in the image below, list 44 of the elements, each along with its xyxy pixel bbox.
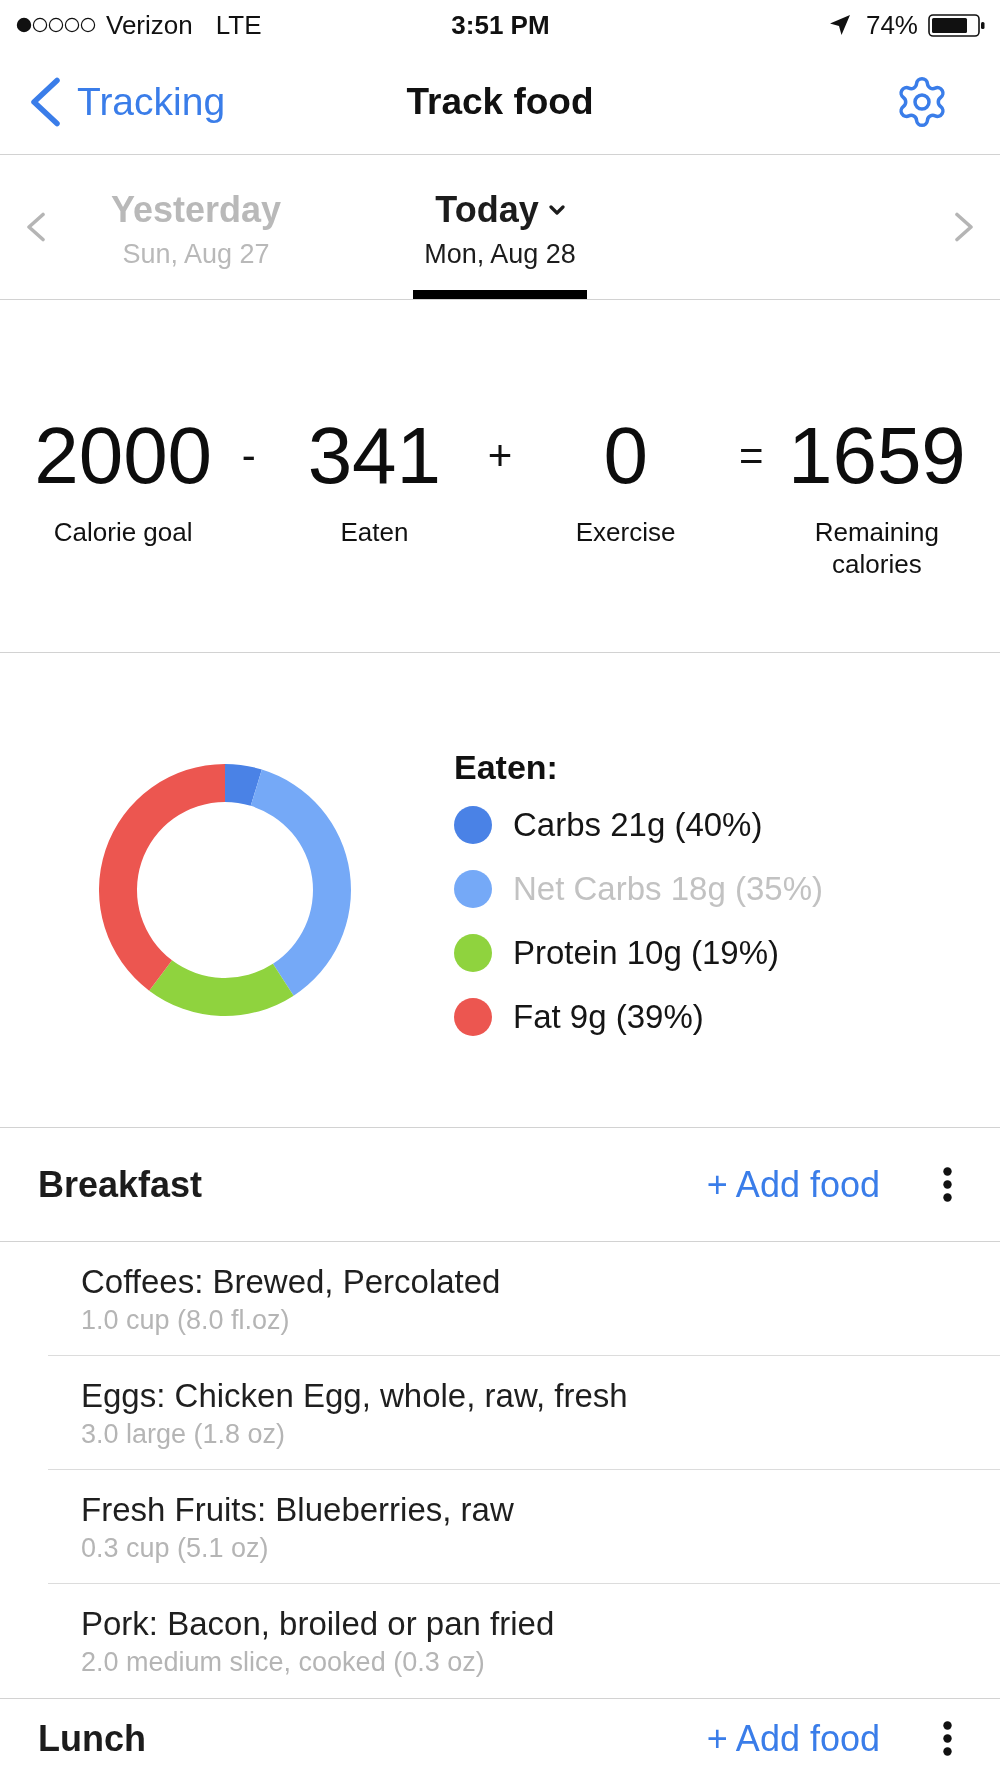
date-tab[interactable]: Today Mon, Aug 28 xyxy=(405,155,595,299)
food-serving: 2.0 medium slice, cooked (0.3 oz) xyxy=(81,1646,485,1678)
legend-title: Eaten: xyxy=(454,746,558,788)
battery-icon xyxy=(928,13,985,37)
calorie-value: 0 xyxy=(603,416,648,496)
operator-sign: = xyxy=(738,431,765,481)
more-options-icon xyxy=(942,1721,952,1756)
food-name: Pork: Bacon, broiled or pan fried xyxy=(81,1604,555,1644)
calorie-value: 1659 xyxy=(787,416,966,496)
status-time: 3:51 PM xyxy=(451,10,550,40)
network-type: LTE xyxy=(215,10,262,40)
food-name: Fresh Fruits: Blueberries, raw xyxy=(81,1489,514,1530)
food-serving: 3.0 large (1.8 oz) xyxy=(81,1417,286,1450)
calorie-label: Calorie goal xyxy=(53,516,193,548)
legend-label: Net Carbs 18g (35%) xyxy=(513,868,823,909)
back-button[interactable]: Tracking xyxy=(29,77,226,127)
legend-label: Protein 10g (19%) xyxy=(513,932,779,973)
battery-percent: 74% xyxy=(865,10,918,40)
chevron-left-icon xyxy=(29,77,61,127)
food-serving: 1.0 cup (8.0 fl.oz) xyxy=(81,1303,290,1336)
add-food-button[interactable]: + Add food xyxy=(706,1162,880,1207)
add-food-button[interactable]: + Add food xyxy=(706,1716,880,1761)
calorie-value: 2000 xyxy=(34,416,213,496)
signal-dots-icon xyxy=(16,17,97,33)
food-name: Eggs: Chicken Egg, whole, raw, fresh xyxy=(81,1375,628,1416)
food-serving: 0.3 cup (5.1 oz) xyxy=(81,1531,269,1564)
chevron-left-icon xyxy=(26,212,46,242)
calorie-label: Eaten xyxy=(340,516,409,548)
food-name: Coffees: Brewed, Percolated xyxy=(81,1261,501,1302)
calorie-value: 341 xyxy=(307,416,442,496)
screen-title: Track food xyxy=(406,81,594,123)
meal-title: Lunch xyxy=(38,1716,146,1761)
calorie-label: Remaining calories xyxy=(813,516,940,580)
chevron-right-icon xyxy=(954,212,974,242)
legend-label: Fat 9g (39%) xyxy=(513,996,704,1037)
caret-down-icon xyxy=(548,205,565,215)
calorie-label: Exercise xyxy=(575,516,676,548)
meal-title: Breakfast xyxy=(38,1162,203,1207)
legend-label: Carbs 21g (40%) xyxy=(513,804,763,845)
location-arrow-icon xyxy=(829,15,850,35)
operator-sign: - xyxy=(240,431,257,481)
operator-sign: + xyxy=(486,431,514,481)
carrier-name: Verizon xyxy=(106,10,193,40)
more-options-icon xyxy=(942,1167,952,1202)
